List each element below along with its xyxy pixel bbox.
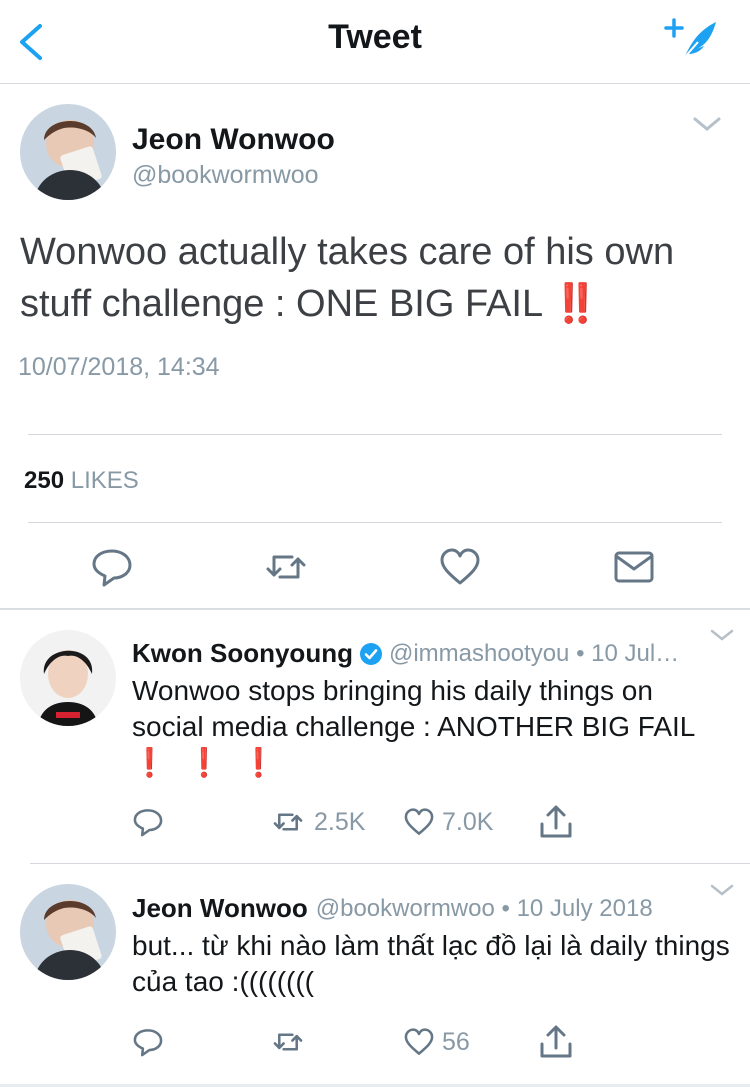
like-icon (402, 1026, 436, 1058)
double-exclamation-emoji: ‼️ (552, 283, 599, 325)
reply-meta: @bookwormwoo • 10 July 2018 (315, 894, 653, 922)
reply-meta: @immashootyou • 10 Jul… (388, 639, 680, 667)
reply-icon[interactable] (90, 545, 134, 589)
retweet-count: 2.5K (314, 807, 366, 836)
reply-text: but... từ khi nào làm thất lạc đồ lại là… (132, 928, 732, 1000)
reply-header: Kwon Soonyoung @immashootyou • 10 Jul… (132, 638, 679, 669)
reply-author-name[interactable]: Kwon Soonyoung (132, 638, 353, 669)
author-name[interactable]: Jeon Wonwoo (132, 123, 335, 157)
likes-summary[interactable]: 250 LIKES (24, 467, 139, 495)
compose-tweet-icon[interactable] (664, 16, 720, 62)
divider (28, 434, 722, 435)
divider (30, 863, 750, 864)
verified-badge-icon (359, 642, 383, 666)
share-icon[interactable] (538, 804, 574, 840)
like-count: 7.0K (442, 807, 494, 836)
avatar[interactable] (20, 630, 116, 726)
chevron-down-icon[interactable] (708, 627, 736, 645)
retweet-icon[interactable] (264, 545, 308, 589)
avatar[interactable] (20, 884, 116, 980)
divider (28, 522, 722, 523)
like-count: 56 (442, 1027, 470, 1056)
reply-author-name[interactable]: Jeon Wonwoo (132, 893, 308, 924)
like-icon (402, 806, 436, 838)
share-icon[interactable] (538, 1024, 574, 1060)
message-icon[interactable] (612, 545, 656, 589)
retweet-button[interactable] (268, 1026, 314, 1058)
retweet-icon (268, 1026, 308, 1058)
reply-icon (132, 806, 164, 838)
avatar[interactable] (20, 104, 116, 200)
page-title: Tweet (328, 18, 422, 56)
author-handle[interactable]: @bookwormwoo (132, 161, 319, 190)
likes-count: 250 (24, 467, 65, 494)
retweet-button[interactable]: 2.5K (268, 806, 365, 838)
reply-header: Jeon Wonwoo @bookwormwoo • 10 July 2018 (132, 893, 653, 924)
like-icon[interactable] (438, 545, 482, 589)
retweet-icon (268, 806, 308, 838)
reply-icon (132, 1026, 164, 1058)
exclamation-emoji: ❗ ❗ ❗ (132, 747, 283, 778)
like-button[interactable]: 56 (402, 1026, 470, 1058)
like-button[interactable]: 7.0K (402, 806, 493, 838)
reply-body: Wonwoo stops bringing his daily things o… (132, 675, 695, 742)
chevron-down-icon[interactable] (690, 114, 724, 136)
reply-button[interactable] (132, 1026, 170, 1058)
reply-text: Wonwoo stops bringing his daily things o… (132, 673, 732, 781)
reply-body: but... từ khi nào làm thất lạc đồ lại là… (132, 930, 730, 997)
likes-label: LIKES (70, 467, 139, 494)
reply-button[interactable] (132, 806, 170, 838)
tweet-timestamp: 10/07/2018, 14:34 (18, 353, 220, 381)
chevron-down-icon[interactable] (708, 882, 736, 900)
section-separator (0, 608, 750, 610)
tweet-text: Wonwoo actually takes care of his own st… (20, 226, 735, 330)
